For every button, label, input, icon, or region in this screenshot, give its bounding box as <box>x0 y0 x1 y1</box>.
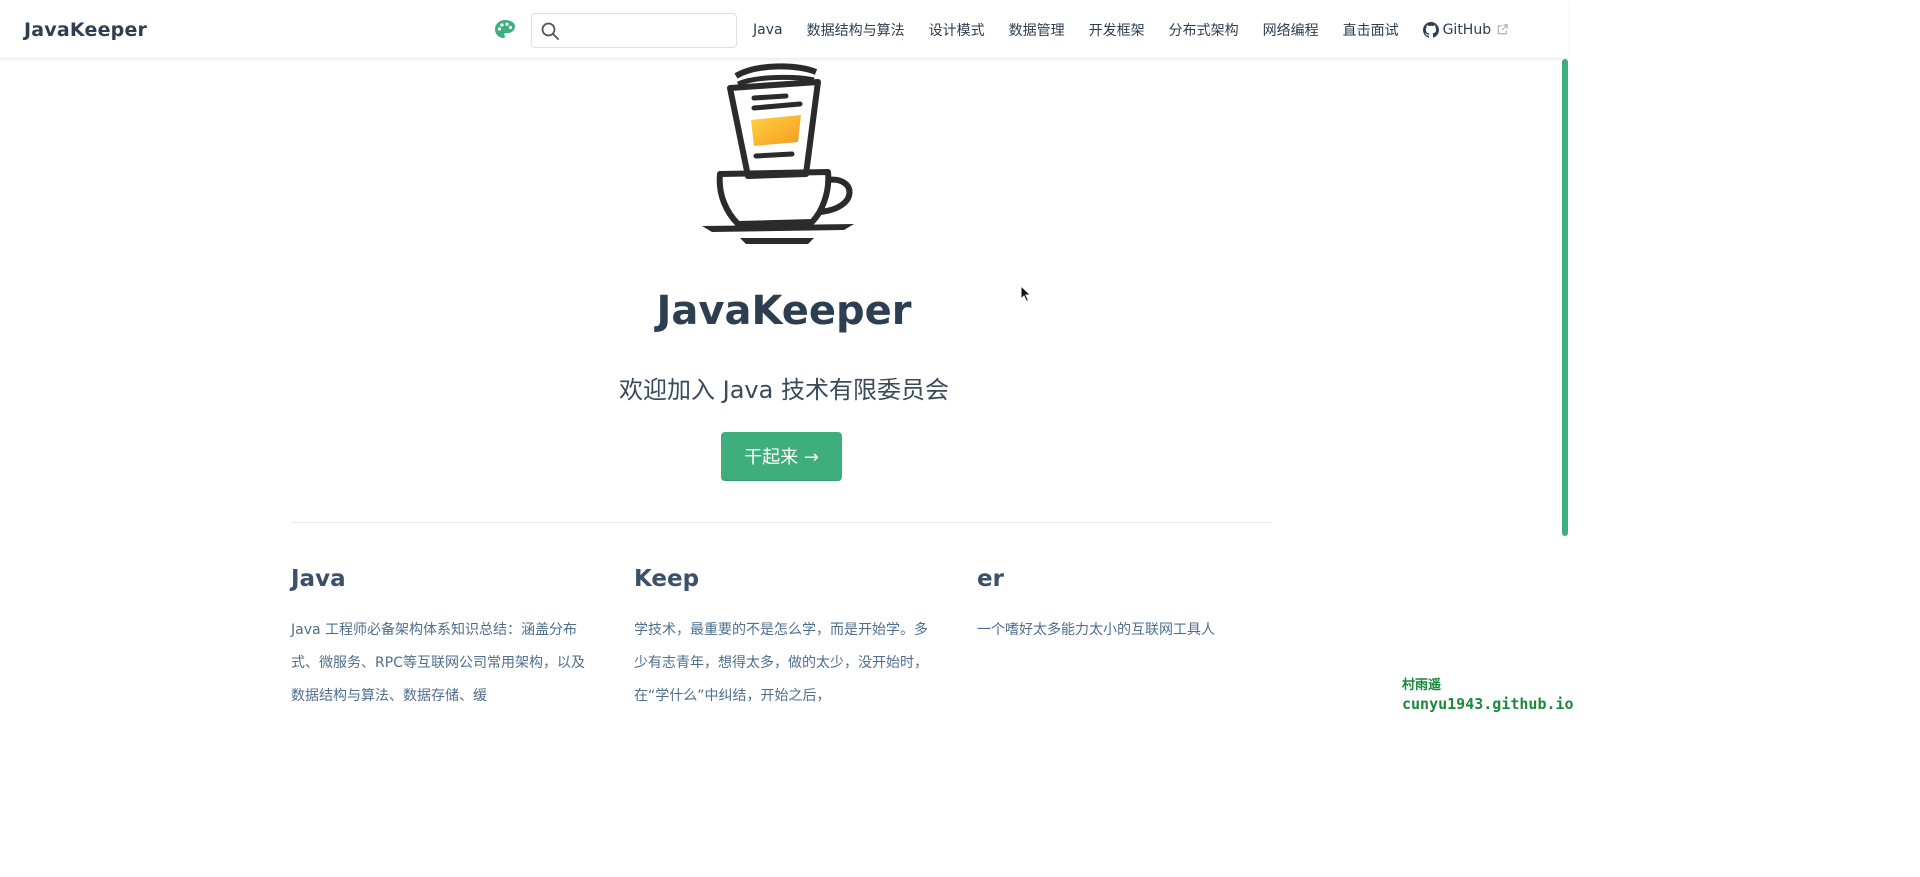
hero-description: 欢迎加入 Java 技术有限委员会 <box>619 376 949 404</box>
get-started-button[interactable]: 干起来 → <box>721 432 842 481</box>
coffee-logo <box>702 63 854 244</box>
feature-details: 学技术，最重要的不是怎么学，而是开始学。多少有志青年，想得太多，做的太少，没开始… <box>634 622 928 704</box>
nav-link-github[interactable]: GitHub <box>1422 21 1510 38</box>
nav-links: Java 数据结构与算法 设计模式 数据管理 开发框架 分布式架构 网络编程 直… <box>741 0 1509 59</box>
github-icon <box>1422 21 1439 38</box>
feature-details: 一个嗜好太多能力太小的互联网工具人 <box>977 622 1215 638</box>
site-name[interactable]: JavaKeeper <box>24 19 147 41</box>
search-box <box>531 13 737 48</box>
feature-title: Keep <box>634 566 700 592</box>
feature-title: Java <box>291 566 346 592</box>
divider <box>291 522 1272 523</box>
feature-title: er <box>977 566 1004 592</box>
feature-er: er 一个嗜好太多能力太小的互联网工具人 <box>977 566 1277 647</box>
watermark-name: 村雨遥 <box>1402 678 1442 693</box>
external-link-icon <box>1497 24 1508 35</box>
nav-link-design-patterns[interactable]: 设计模式 <box>929 20 985 40</box>
cursor-icon <box>1020 285 1032 303</box>
search-input[interactable] <box>566 18 731 44</box>
nav-link-network[interactable]: 网络编程 <box>1263 20 1319 40</box>
hero-title: JavaKeeper <box>656 288 912 334</box>
feature-details: Java 工程师必备架构体系知识总结：涵盖分布式、微服务、RPC等互联网公司常用… <box>291 622 585 704</box>
nav-link-frameworks[interactable]: 开发框架 <box>1089 20 1145 40</box>
watermark: 村雨遥 cunyu1943.github.io <box>1402 676 1574 714</box>
watermark-url: cunyu1943.github.io <box>1402 695 1574 713</box>
feature-keep: Keep 学技术，最重要的不是怎么学，而是开始学。多少有志青年，想得太多，做的太… <box>634 566 934 713</box>
nav-link-java[interactable]: Java <box>753 22 783 38</box>
github-label: GitHub <box>1442 21 1492 38</box>
nav-link-data-management[interactable]: 数据管理 <box>1009 20 1065 40</box>
navbar: JavaKeeper Java 数据结构与算法 设计模式 数据管理 开发框架 分… <box>0 0 1568 59</box>
search-icon <box>541 22 559 40</box>
nav-link-data-structures[interactable]: 数据结构与算法 <box>807 20 905 40</box>
feature-java: Java Java 工程师必备架构体系知识总结：涵盖分布式、微服务、RPC等互联… <box>291 566 591 713</box>
nav-link-interview[interactable]: 直击面试 <box>1343 20 1399 40</box>
palette-icon[interactable] <box>493 18 517 42</box>
nav-link-distributed[interactable]: 分布式架构 <box>1169 20 1239 40</box>
